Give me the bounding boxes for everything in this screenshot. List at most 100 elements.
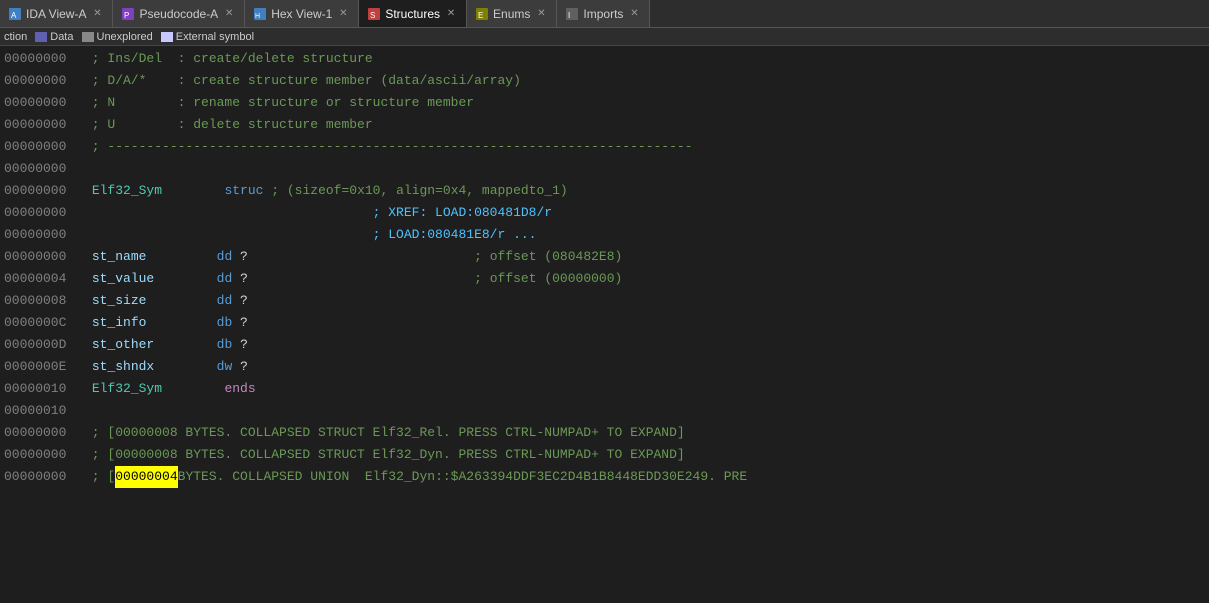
type-db-1: db <box>217 312 233 334</box>
code-line-collapsed-union: 00000000 ; [00000004 BYTES. COLLAPSED UN… <box>0 466 1209 488</box>
comment-collapsed-union-prefix: ; [ <box>84 466 115 488</box>
tab-imports-close[interactable]: ✕ <box>627 7 641 21</box>
enums-icon: E <box>475 7 489 21</box>
tab-enums-label: Enums <box>493 7 530 21</box>
addr-blank2: 00000010 <box>4 400 84 422</box>
legend-text: ction <box>4 31 27 43</box>
comment-5: ; --------------------------------------… <box>84 136 693 158</box>
addr-st-shndx: 0000000E <box>4 356 84 378</box>
legend-bar: ction Data Unexplored External symbol <box>0 28 1209 46</box>
svg-text:E: E <box>478 11 483 20</box>
legend-external-color <box>161 32 173 42</box>
tab-pseudocode-close[interactable]: ✕ <box>222 7 236 21</box>
svg-text:A: A <box>11 11 17 20</box>
offset-st-value: ; offset (00000000) <box>248 268 622 290</box>
code-content: 00000000 ; Ins/Del : create/delete struc… <box>0 46 1209 603</box>
type-dd-1: dd <box>217 246 233 268</box>
code-line-st-name: 00000000 st_name dd ? ; offset (080482E8… <box>0 246 1209 268</box>
comment-3: ; N : rename structure or structure memb… <box>84 92 474 114</box>
type-db-2: db <box>217 334 233 356</box>
code-line-2: 00000000 ; D/A/* : create structure memb… <box>0 70 1209 92</box>
legend-unexplored-label: Unexplored <box>97 31 153 43</box>
addr-xref1: 00000000 <box>4 202 84 224</box>
tab-structures[interactable]: S Structures ✕ <box>359 0 467 27</box>
comment-collapsed-union-suffix: BYTES. COLLAPSED UNION Elf32_Dyn::$A2633… <box>178 466 748 488</box>
legend-function-label: Data <box>50 31 73 43</box>
code-line-struct: 00000000 Elf32_Sym struc ; (sizeof=0x10,… <box>0 180 1209 202</box>
addr-xref2: 00000000 <box>4 224 84 246</box>
code-line-struct-end: 00000010 Elf32_Sym ends <box>0 378 1209 400</box>
ida-view-icon: A <box>8 7 22 21</box>
addr-st-other: 0000000D <box>4 334 84 356</box>
code-line-collapsed-rel: 00000000 ; [00000008 BYTES. COLLAPSED ST… <box>0 422 1209 444</box>
struct-name-end: Elf32_Sym <box>92 378 162 400</box>
addr-st-info: 0000000C <box>4 312 84 334</box>
tab-imports[interactable]: I Imports ✕ <box>557 0 650 27</box>
code-line-xref2: 00000000 ; LOAD:080481E8/r ... <box>0 224 1209 246</box>
type-dd-2: dd <box>217 268 233 290</box>
tab-ida-view-close[interactable]: ✕ <box>90 7 104 21</box>
struct-comment: ; (sizeof=0x10, align=0x4, mappedto_1) <box>263 180 567 202</box>
tab-bar: A IDA View-A ✕ P Pseudocode-A ✕ H Hex Vi… <box>0 0 1209 28</box>
code-line-st-info: 0000000C st_info db ? <box>0 312 1209 334</box>
field-st-name: st_name <box>92 246 147 268</box>
highlight-bytes: 00000004 <box>115 466 177 488</box>
tab-structures-label: Structures <box>385 7 440 21</box>
legend-external-label: External symbol <box>176 31 254 43</box>
tab-pseudocode-label: Pseudocode-A <box>139 7 218 21</box>
code-line-blank2: 00000010 <box>0 400 1209 422</box>
svg-text:S: S <box>370 11 375 20</box>
tab-structures-close[interactable]: ✕ <box>444 7 458 21</box>
legend-unexplored: Unexplored <box>82 31 153 43</box>
xref-2: ; LOAD:080481E8/r ... <box>84 224 536 246</box>
svg-text:H: H <box>255 13 260 20</box>
legend-function: Data <box>35 31 73 43</box>
addr-collapsed-rel: 00000000 <box>4 422 84 444</box>
addr-blank1: 00000000 <box>4 158 84 180</box>
code-line-collapsed-dyn: 00000000 ; [00000008 BYTES. COLLAPSED ST… <box>0 444 1209 466</box>
tab-hex-view-close[interactable]: ✕ <box>336 7 350 21</box>
tab-ida-view-label: IDA View-A <box>26 7 86 21</box>
addr-collapsed-union: 00000000 <box>4 466 84 488</box>
tab-enums-close[interactable]: ✕ <box>534 7 548 21</box>
offset-st-name: ; offset (080482E8) <box>248 246 622 268</box>
tab-pseudocode[interactable]: P Pseudocode-A ✕ <box>113 0 245 27</box>
ends-keyword: ends <box>224 378 255 400</box>
pseudocode-icon: P <box>121 7 135 21</box>
addr-4: 00000000 <box>4 114 84 136</box>
addr-st-value: 00000004 <box>4 268 84 290</box>
addr-2: 00000000 <box>4 70 84 92</box>
struct-name-elf32sym: Elf32_Sym <box>92 180 162 202</box>
legend-function-color <box>35 32 47 42</box>
addr-struct-end: 00000010 <box>4 378 84 400</box>
struct-keyword: struc <box>224 180 263 202</box>
legend-external: External symbol <box>161 31 254 43</box>
comment-2: ; D/A/* : create structure member (data/… <box>84 70 521 92</box>
tab-hex-view-label: Hex View-1 <box>271 7 332 21</box>
addr-st-name: 00000000 <box>4 246 84 268</box>
code-line-1: 00000000 ; Ins/Del : create/delete struc… <box>0 48 1209 70</box>
field-st-value: st_value <box>92 268 154 290</box>
addr-struct: 00000000 <box>4 180 84 202</box>
tab-imports-label: Imports <box>583 7 623 21</box>
code-line-3: 00000000 ; N : rename structure or struc… <box>0 92 1209 114</box>
imports-icon: I <box>565 7 579 21</box>
field-st-info: st_info <box>92 312 147 334</box>
tab-enums[interactable]: E Enums ✕ <box>467 0 557 27</box>
addr-collapsed-dyn: 00000000 <box>4 444 84 466</box>
type-dw: dw <box>217 356 233 378</box>
tab-hex-view[interactable]: H Hex View-1 ✕ <box>245 0 359 27</box>
field-st-shndx: st_shndx <box>92 356 154 378</box>
tab-ida-view[interactable]: A IDA View-A ✕ <box>0 0 113 27</box>
svg-text:P: P <box>124 11 129 20</box>
comment-4: ; U : delete structure member <box>84 114 373 136</box>
addr-st-size: 00000008 <box>4 290 84 312</box>
code-line-st-value: 00000004 st_value dd ? ; offset (0000000… <box>0 268 1209 290</box>
comment-collapsed-rel: ; [00000008 BYTES. COLLAPSED STRUCT Elf3… <box>84 422 685 444</box>
structures-icon: S <box>367 7 381 21</box>
code-line-4: 00000000 ; U : delete structure member <box>0 114 1209 136</box>
code-line-5: 00000000 ; -----------------------------… <box>0 136 1209 158</box>
code-line-st-size: 00000008 st_size dd ? <box>0 290 1209 312</box>
code-line-st-shndx: 0000000E st_shndx dw ? <box>0 356 1209 378</box>
field-st-size: st_size <box>92 290 147 312</box>
